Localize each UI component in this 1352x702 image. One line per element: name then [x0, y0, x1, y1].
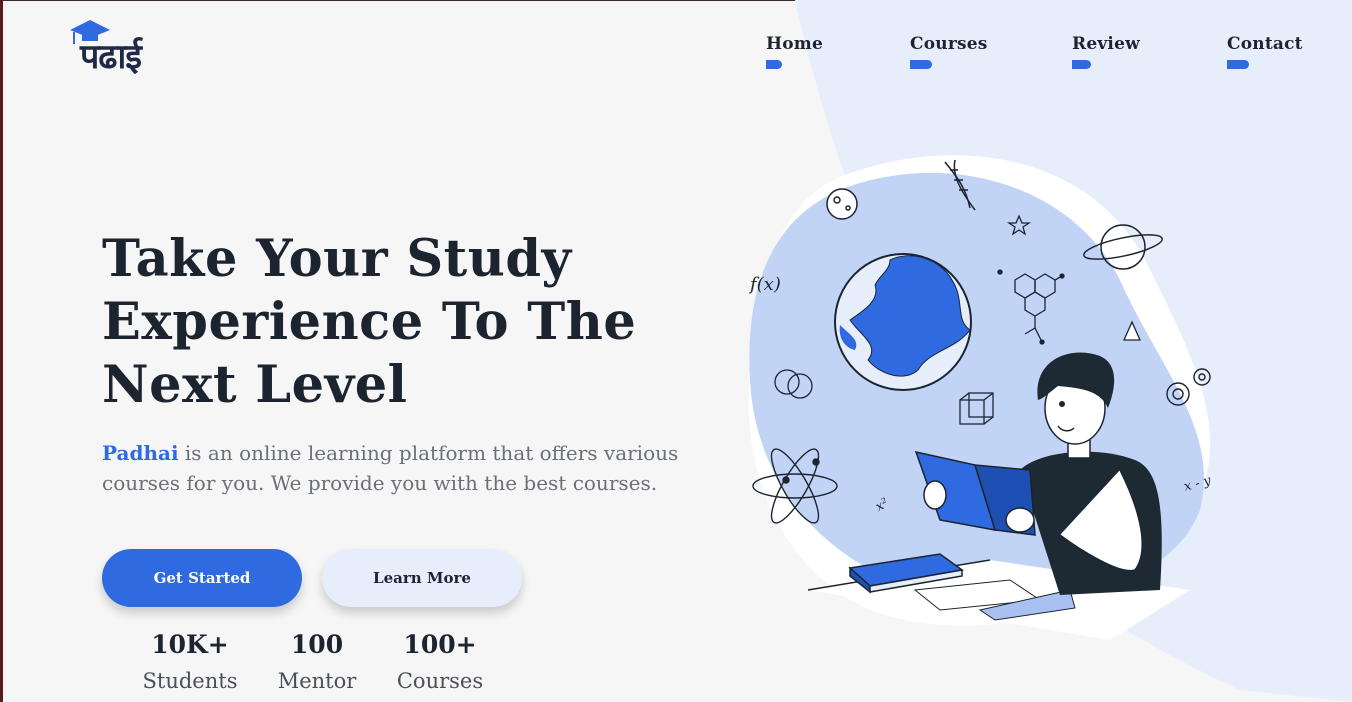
stat-label: Mentor	[277, 669, 357, 693]
stat-value: 100	[290, 630, 344, 659]
hero-title-line: Experience To The	[102, 292, 637, 352]
nav-courses[interactable]: Courses	[910, 34, 988, 69]
hero-illustration: f(x) x² x - y	[748, 155, 1213, 640]
nav-contact-label: Contact	[1227, 34, 1303, 54]
brand-highlight: Padhai	[102, 441, 179, 465]
main-nav: Home Courses Review Contact	[0, 34, 1352, 74]
nav-review-label: Review	[1072, 34, 1140, 54]
nav-indicator	[1072, 60, 1091, 69]
stat-value: 100+	[403, 630, 477, 659]
stat-label: Students	[142, 669, 238, 693]
hero-title-line: Next Level	[102, 355, 408, 415]
hero-description-text: is an online learning platform that offe…	[102, 441, 679, 495]
nav-indicator	[1227, 60, 1249, 69]
globe-icon	[834, 253, 972, 391]
learn-more-button[interactable]: Learn More	[322, 549, 522, 607]
stat-students: 10K+ Students	[140, 630, 240, 696]
nav-review[interactable]: Review	[1072, 34, 1140, 69]
hero-title-line: Take Your Study	[102, 229, 572, 289]
hero-title: Take Your Study Experience To The Next L…	[102, 228, 722, 417]
moon-icon	[826, 188, 858, 220]
nav-home-label: Home	[766, 34, 824, 54]
function-label: f(x)	[748, 274, 781, 295]
stat-value: 10K+	[151, 630, 229, 659]
nav-contact[interactable]: Contact	[1227, 34, 1303, 69]
stat-mentor: 100 Mentor	[272, 630, 362, 696]
nav-indicator	[766, 60, 782, 69]
nav-home[interactable]: Home	[766, 34, 823, 69]
stat-label: Courses	[396, 669, 484, 693]
nav-courses-label: Courses	[910, 34, 988, 54]
nav-indicator	[910, 60, 932, 69]
stat-courses: 100+ Courses	[392, 630, 488, 696]
get-started-button[interactable]: Get Started	[102, 549, 302, 607]
hero-description: Padhai is an online learning platform th…	[102, 438, 702, 498]
